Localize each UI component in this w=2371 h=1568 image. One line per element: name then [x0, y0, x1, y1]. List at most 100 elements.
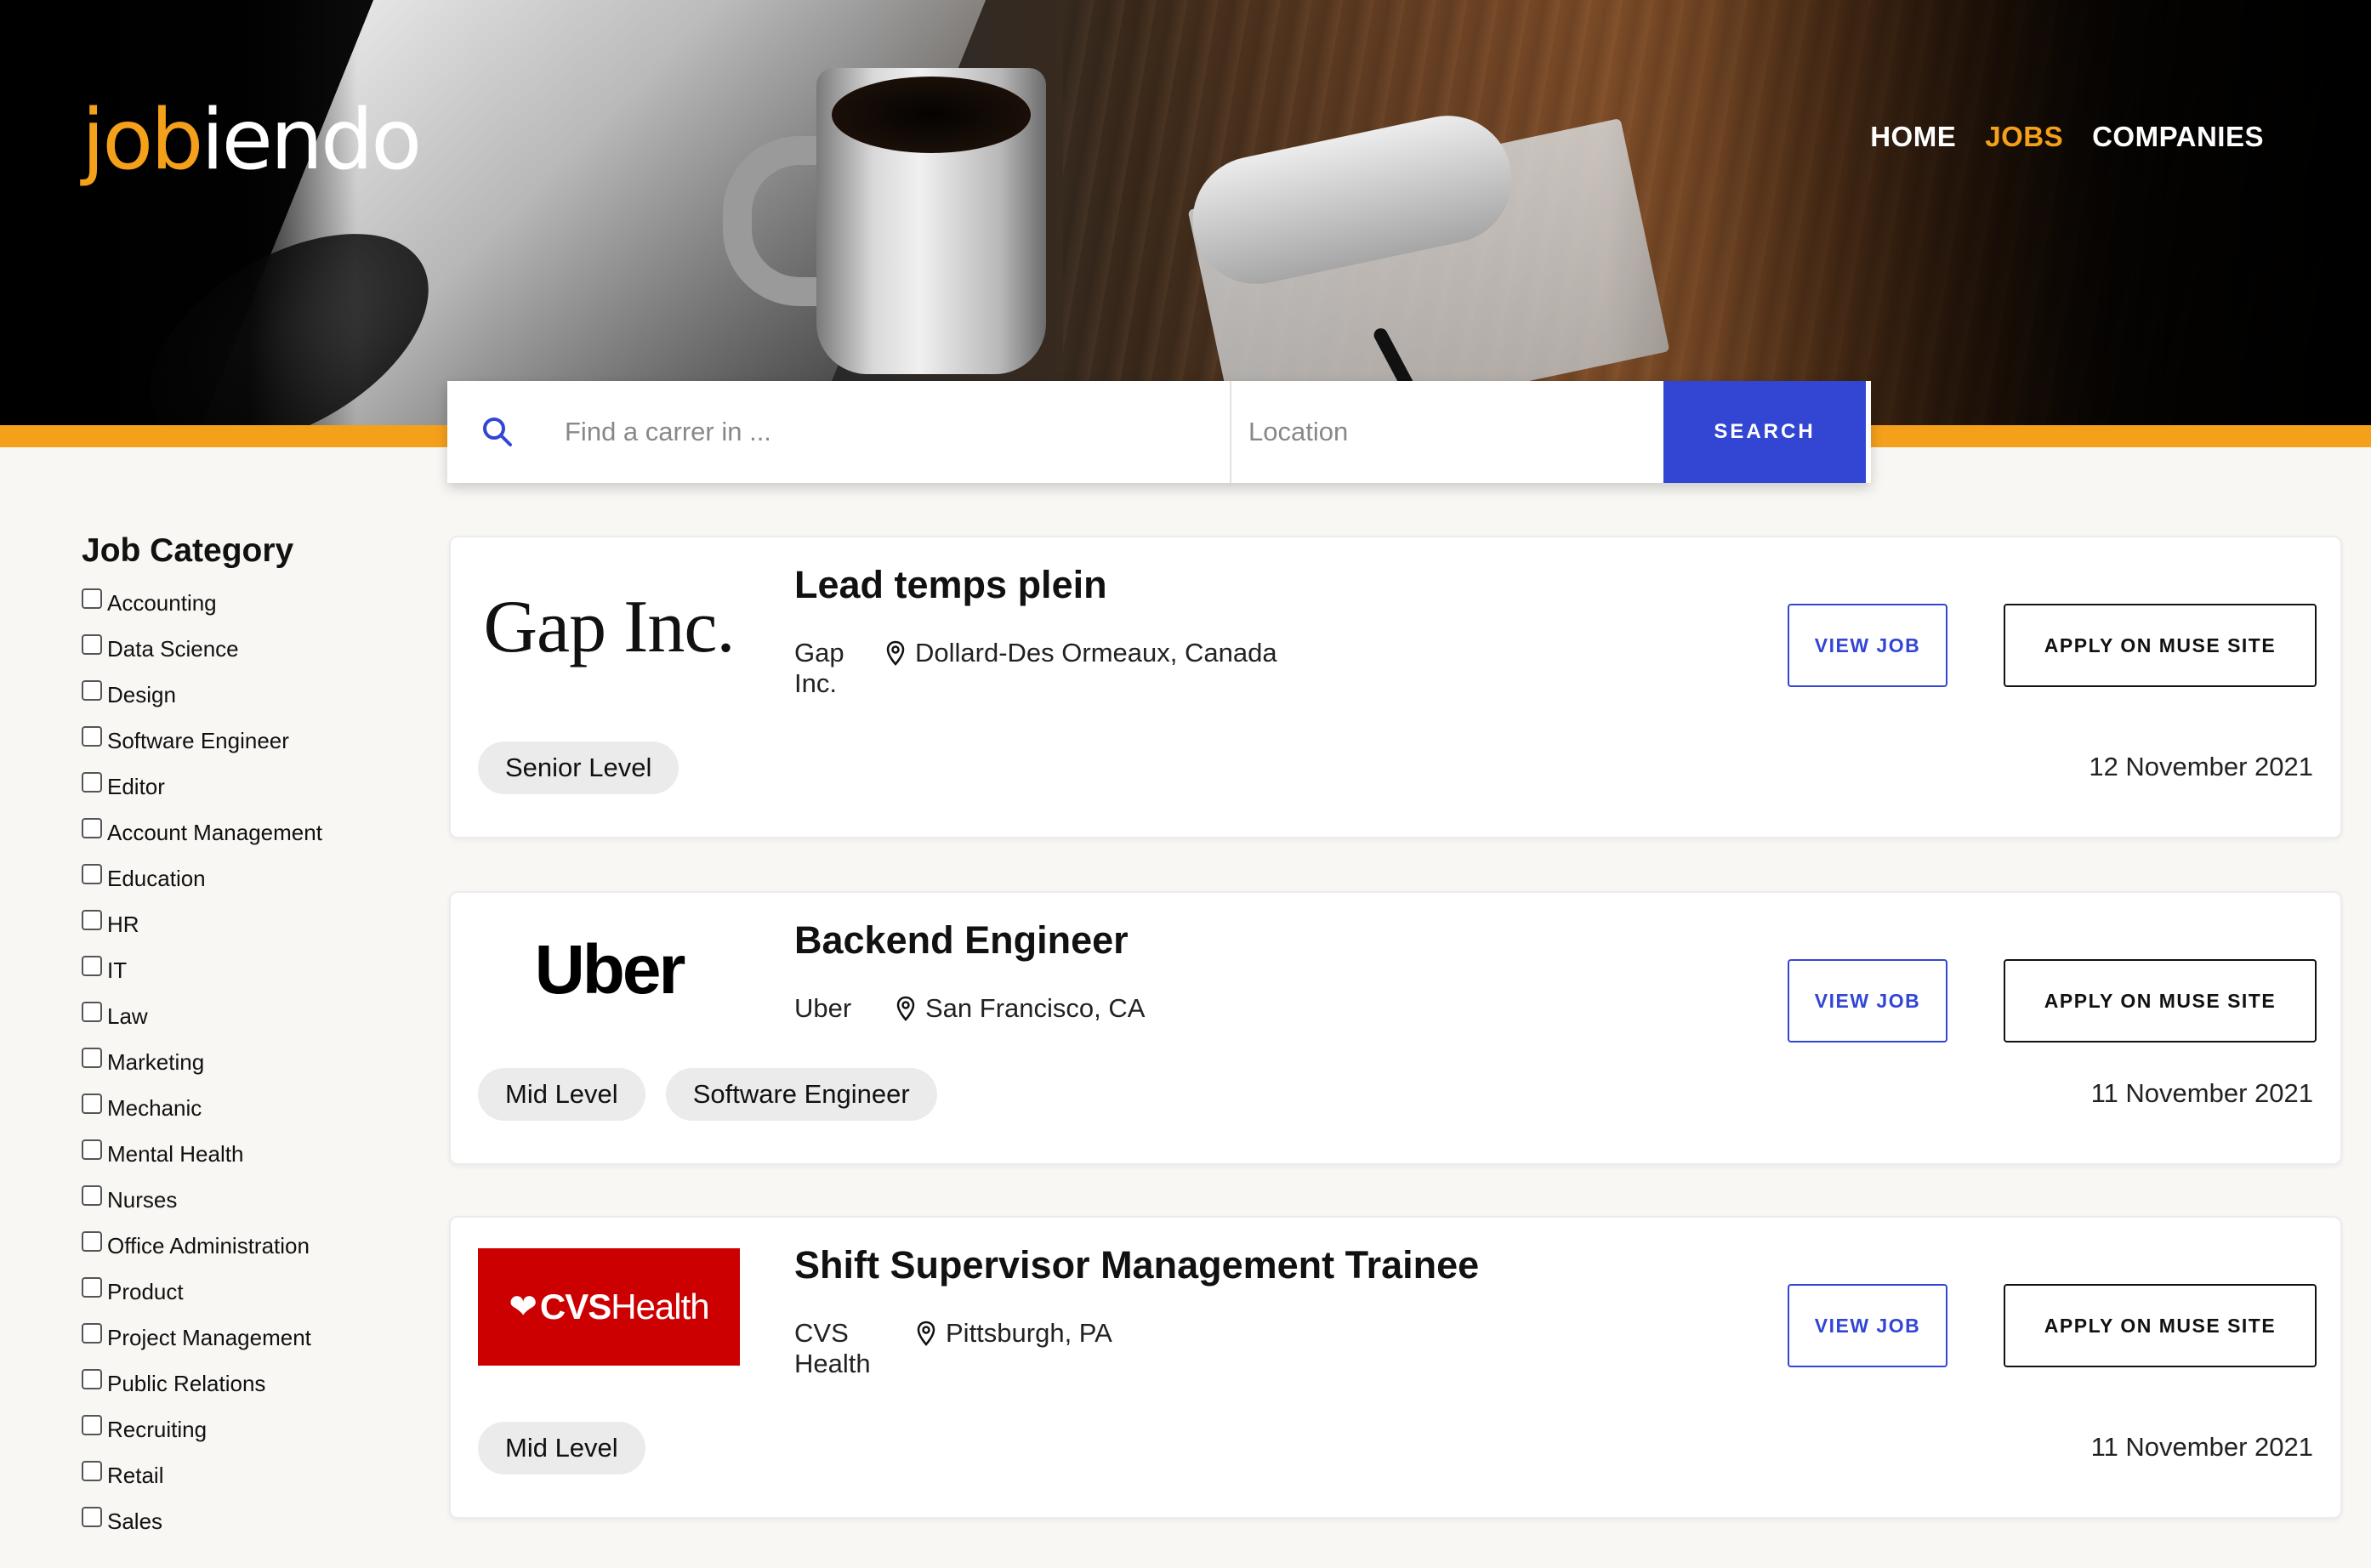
category-label: Public Relations — [107, 1370, 266, 1396]
category-option[interactable]: Education — [82, 855, 422, 901]
job-date: 11 November 2021 — [2090, 1432, 2313, 1462]
hero-coffee-mug — [816, 68, 1046, 374]
category-checkbox[interactable] — [82, 1369, 102, 1389]
job-tag: Senior Level — [478, 741, 679, 794]
search-button[interactable]: SEARCH — [1663, 381, 1866, 483]
category-option[interactable]: Project Management — [82, 1315, 422, 1361]
main-nav: HOME JOBS COMPANIES — [1870, 121, 2264, 153]
category-label: Sales — [107, 1508, 163, 1534]
category-checkbox[interactable] — [82, 1461, 102, 1481]
location-input[interactable] — [1231, 381, 1663, 483]
category-option[interactable]: IT — [82, 947, 422, 993]
site-logo[interactable]: jobiendo — [82, 92, 422, 189]
category-checkbox[interactable] — [82, 1048, 102, 1068]
category-checkbox[interactable] — [82, 864, 102, 884]
apply-muse-button[interactable]: APPLY ON MUSE SITE — [2004, 604, 2317, 687]
hero-banner — [0, 0, 2371, 425]
job-tags: Mid Level — [478, 1422, 645, 1474]
nav-home[interactable]: HOME — [1870, 121, 1956, 153]
category-checkbox[interactable] — [82, 1094, 102, 1114]
job-date: 12 November 2021 — [2089, 752, 2313, 781]
view-job-button[interactable]: VIEW JOB — [1788, 604, 1947, 687]
view-job-button[interactable]: VIEW JOB — [1788, 959, 1947, 1042]
category-option[interactable]: Accounting — [82, 580, 422, 626]
category-checkbox[interactable] — [82, 588, 102, 609]
category-label: Data Science — [107, 635, 239, 662]
job-card: Gap Inc. Lead temps plein Gap Inc. Dolla… — [449, 536, 2342, 838]
category-checkbox[interactable] — [82, 1415, 102, 1435]
category-option[interactable]: HR — [82, 901, 422, 947]
category-label: Account Management — [107, 819, 322, 845]
category-checkbox[interactable] — [82, 956, 102, 976]
category-option[interactable]: Sales — [82, 1498, 422, 1544]
job-location: Pittsburgh, PA — [917, 1318, 1112, 1349]
category-checkbox[interactable] — [82, 680, 102, 701]
category-label: Product — [107, 1278, 184, 1304]
apply-muse-button[interactable]: APPLY ON MUSE SITE — [2004, 1284, 2317, 1367]
category-label: Retail — [107, 1462, 164, 1488]
category-checkbox[interactable] — [82, 1507, 102, 1527]
job-location-text: Dollard-Des Ormeaux, Canada — [915, 638, 1277, 668]
category-option[interactable]: Mental Health — [82, 1131, 422, 1177]
category-label: Design — [107, 681, 176, 707]
category-label: Editor — [107, 773, 165, 799]
category-checkbox[interactable] — [82, 1002, 102, 1022]
category-checkbox[interactable] — [82, 1185, 102, 1206]
category-label: Accounting — [107, 589, 217, 616]
logo-part-job: job — [82, 92, 203, 189]
job-title[interactable]: Lead temps plein — [794, 563, 1107, 607]
job-tag: Mid Level — [478, 1068, 645, 1121]
category-label: HR — [107, 911, 139, 937]
category-checkbox[interactable] — [82, 726, 102, 747]
category-checkbox[interactable] — [82, 1139, 102, 1160]
category-option[interactable]: Account Management — [82, 810, 422, 855]
category-heading: Job Category — [82, 532, 294, 569]
job-title[interactable]: Shift Supervisor Management Trainee — [794, 1243, 1479, 1287]
job-location: Dollard-Des Ormeaux, Canada — [886, 638, 1277, 668]
category-option[interactable]: Data Science — [82, 626, 422, 672]
category-option[interactable]: Product — [82, 1269, 422, 1315]
category-option[interactable]: Editor — [82, 764, 422, 810]
category-option[interactable]: Nurses — [82, 1177, 422, 1223]
category-label: Recruiting — [107, 1416, 208, 1442]
category-filter: Job Category Accounting Data Science Desig… — [82, 532, 422, 1544]
category-checkbox[interactable] — [82, 818, 102, 838]
job-location: San Francisco, CA — [896, 993, 1145, 1024]
category-option[interactable]: Mechanic — [82, 1085, 422, 1131]
category-option[interactable]: Recruiting — [82, 1406, 422, 1452]
nav-jobs[interactable]: JOBS — [1985, 121, 2063, 153]
category-option[interactable]: Retail — [82, 1452, 422, 1498]
category-option[interactable]: Marketing — [82, 1039, 422, 1085]
company-logo: Gap Inc. — [478, 568, 740, 685]
nav-companies[interactable]: COMPANIES — [2092, 121, 2264, 153]
hero-coffee — [832, 77, 1031, 153]
view-job-button[interactable]: VIEW JOB — [1788, 1284, 1947, 1367]
career-search-input[interactable] — [548, 381, 1231, 483]
job-title[interactable]: Backend Engineer — [794, 918, 1129, 963]
hero-shade-left — [0, 0, 357, 425]
category-checkbox[interactable] — [82, 1277, 102, 1298]
job-company: CVS Health — [794, 1318, 871, 1378]
company-logo-text-bold: CVS — [539, 1287, 611, 1327]
category-label: Mechanic — [107, 1094, 202, 1121]
company-logo-text: Uber — [534, 931, 686, 1008]
location-pin-icon — [917, 1321, 935, 1346]
apply-muse-button[interactable]: APPLY ON MUSE SITE — [2004, 959, 2317, 1042]
category-option[interactable]: Law — [82, 993, 422, 1039]
company-logo: ❤ CVS Health — [478, 1248, 740, 1366]
job-tag: Software Engineer — [665, 1068, 937, 1121]
category-option[interactable]: Design — [82, 672, 422, 718]
category-label: Nurses — [107, 1186, 178, 1213]
category-checkbox[interactable] — [82, 772, 102, 793]
job-location-text: Pittsburgh, PA — [946, 1318, 1112, 1348]
category-label: Marketing — [107, 1048, 205, 1075]
category-checkbox[interactable] — [82, 634, 102, 655]
category-option[interactable]: Public Relations — [82, 1361, 422, 1406]
category-label: Office Administration — [107, 1232, 310, 1258]
category-label: Project Management — [107, 1324, 311, 1350]
category-option[interactable]: Software Engineer — [82, 718, 422, 764]
category-checkbox[interactable] — [82, 910, 102, 930]
category-checkbox[interactable] — [82, 1231, 102, 1252]
category-option[interactable]: Office Administration — [82, 1223, 422, 1269]
category-checkbox[interactable] — [82, 1323, 102, 1344]
